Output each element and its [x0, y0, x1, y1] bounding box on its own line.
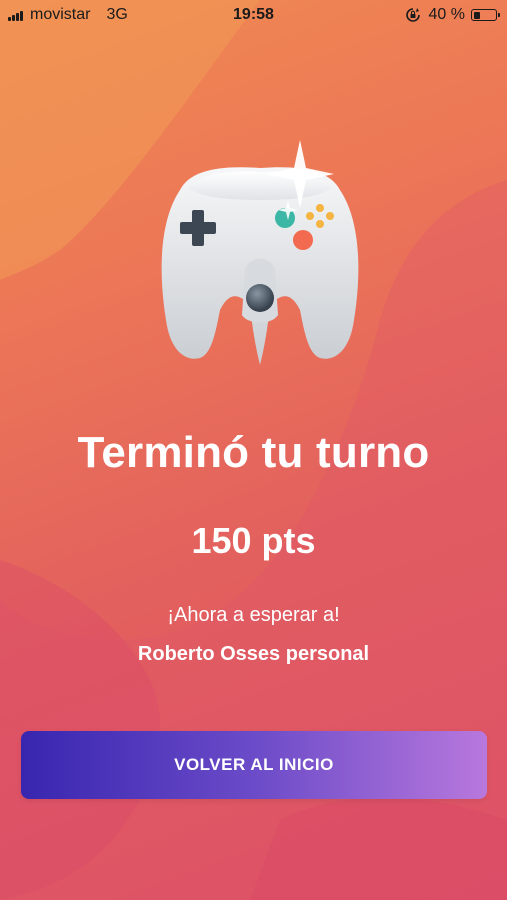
opponent-name: Roberto Osses personal: [137, 643, 370, 665]
battery-percent: 40 %: [428, 6, 465, 23]
turn-finished-screen: movistar 3G 19:58 40 % Terminó tu turno …: [0, 0, 507, 900]
game-controller-icon: [161, 140, 359, 365]
battery-icon: [471, 9, 500, 21]
status-bar: movistar 3G 19:58 40 %: [0, 0, 507, 32]
battery-level: [473, 11, 481, 19]
status-right: 40 %: [405, 6, 500, 24]
back-home-button-label: VOLVER AL INICIO: [174, 755, 334, 774]
page-title: Terminó tu turno: [77, 428, 430, 477]
back-home-button[interactable]: VOLVER AL INICIO: [21, 731, 487, 799]
points-score: 150 pts: [191, 520, 316, 561]
rotation-lock-icon: [405, 8, 420, 22]
waiting-text: ¡Ahora a esperar a!: [167, 604, 340, 626]
